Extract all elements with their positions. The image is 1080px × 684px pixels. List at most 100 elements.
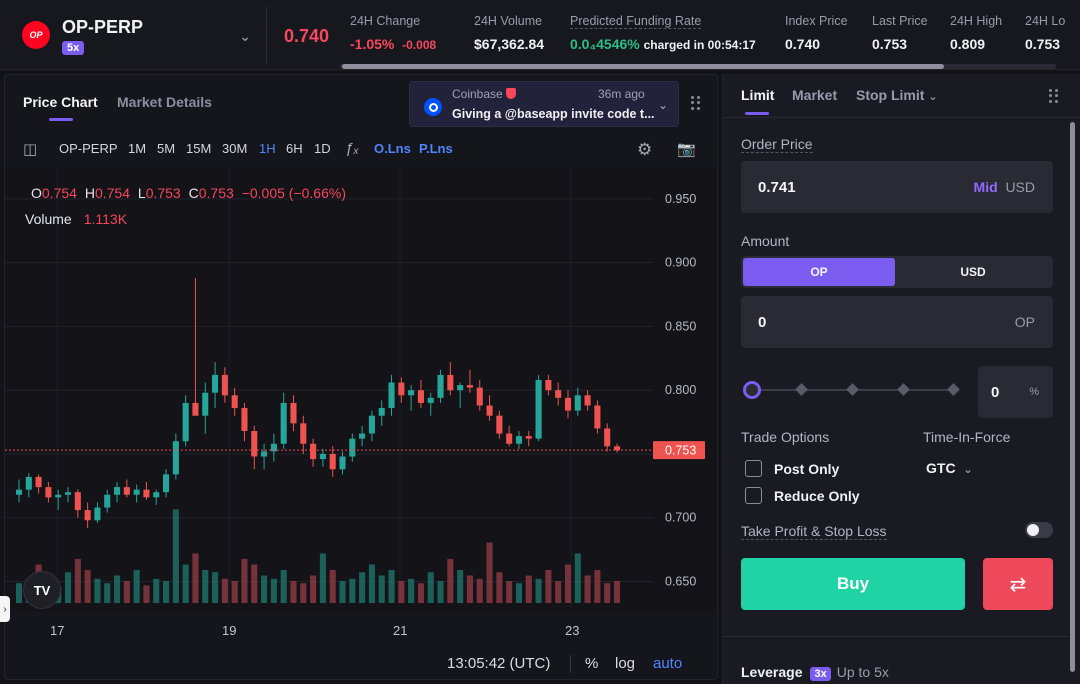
tradingview-logo[interactable]: TV: [23, 571, 61, 609]
candle-body[interactable]: [153, 492, 160, 498]
candle-body[interactable]: [604, 428, 611, 447]
tab-market-details[interactable]: Market Details: [117, 94, 212, 110]
candle-body[interactable]: [84, 510, 91, 521]
reduce-only-checkbox[interactable]: [745, 487, 762, 504]
candle-body[interactable]: [231, 395, 238, 409]
post-only-checkbox[interactable]: [745, 460, 762, 477]
slider-knob[interactable]: [743, 381, 761, 399]
candle-body[interactable]: [555, 390, 562, 398]
candle-body[interactable]: [55, 494, 62, 498]
slider-mark-75[interactable]: [897, 383, 910, 396]
news-notification[interactable]: Coinbase 36m ago Giving a @baseapp invit…: [409, 81, 679, 127]
candle-body[interactable]: [545, 379, 552, 391]
candle-body[interactable]: [74, 492, 81, 511]
order-lines-toggle[interactable]: O.Lns: [374, 141, 411, 156]
candle-body[interactable]: [221, 374, 228, 396]
post-only-label[interactable]: Post Only: [774, 461, 839, 477]
percent-scale-toggle[interactable]: %: [585, 655, 598, 672]
chart-symbol[interactable]: OP-PERP: [59, 141, 118, 156]
order-price-input[interactable]: 0.741 Mid USD: [741, 161, 1053, 213]
candle-body[interactable]: [280, 402, 287, 444]
percent-input[interactable]: 0 %: [978, 366, 1053, 418]
candle-body[interactable]: [408, 390, 415, 396]
candle-body[interactable]: [378, 408, 385, 416]
candle-body[interactable]: [398, 382, 405, 396]
mid-price-button[interactable]: Mid: [974, 179, 998, 195]
interval-5m[interactable]: 5M: [157, 141, 175, 156]
candle-body[interactable]: [574, 395, 581, 411]
market-selector[interactable]: OP OP-PERP 5x ⌄: [10, 6, 265, 64]
interval-1d[interactable]: 1D: [314, 141, 331, 156]
candle-body[interactable]: [172, 441, 179, 475]
indicators-icon[interactable]: ƒₓ: [345, 140, 359, 157]
candle-body[interactable]: [15, 489, 23, 495]
leverage-badge[interactable]: 3x: [810, 667, 831, 681]
tab-price-chart[interactable]: Price Chart: [23, 94, 98, 110]
candle-body[interactable]: [466, 385, 473, 388]
slider-mark-50[interactable]: [846, 383, 859, 396]
candle-body[interactable]: [94, 507, 101, 521]
candle-body[interactable]: [613, 446, 621, 451]
order-form-scrollbar[interactable]: [1070, 120, 1076, 680]
tab-stop-limit[interactable]: Stop Limit ⌄: [856, 87, 938, 103]
candle-body[interactable]: [388, 382, 395, 409]
candle-body[interactable]: [241, 408, 248, 431]
candle-body[interactable]: [261, 451, 268, 457]
gear-icon[interactable]: ⚙: [637, 140, 652, 160]
drag-handle-icon[interactable]: [691, 96, 701, 110]
candle-body[interactable]: [290, 402, 297, 424]
candlestick-chart[interactable]: 0.9500.9000.8500.8000.7500.7000.6500.753…: [5, 167, 718, 679]
candle-body[interactable]: [64, 492, 72, 495]
candle-body[interactable]: [476, 387, 483, 406]
candle-body[interactable]: [104, 494, 111, 508]
amount-input[interactable]: 0 OP: [741, 296, 1053, 348]
header-scrollbar[interactable]: [340, 64, 1056, 69]
candle-body[interactable]: [113, 487, 121, 495]
tpsl-toggle[interactable]: [1025, 522, 1053, 538]
candle-body[interactable]: [182, 402, 189, 442]
candle-body[interactable]: [457, 385, 464, 391]
candle-body[interactable]: [202, 392, 209, 416]
chevron-down-icon[interactable]: ⌄: [658, 98, 668, 112]
candle-body[interactable]: [515, 436, 523, 444]
interval-6h[interactable]: 6H: [286, 141, 303, 156]
drag-handle-icon[interactable]: [1049, 89, 1059, 103]
candle-body[interactable]: [329, 453, 336, 470]
candles-icon[interactable]: ◫: [23, 140, 37, 158]
candle-body[interactable]: [45, 487, 52, 498]
candle-body[interactable]: [368, 415, 375, 434]
price-chart[interactable]: 0.9500.9000.8500.8000.7500.7000.6500.753…: [5, 167, 718, 679]
tab-market[interactable]: Market: [792, 87, 837, 103]
candle-body[interactable]: [427, 397, 434, 403]
candle-body[interactable]: [447, 374, 454, 391]
interval-1h[interactable]: 1H: [259, 141, 276, 156]
time-in-force-select[interactable]: GTC ⌄: [926, 460, 973, 476]
candle-body[interactable]: [594, 405, 601, 429]
interval-15m[interactable]: 15M: [186, 141, 211, 156]
slider-mark-25[interactable]: [795, 383, 808, 396]
reduce-only-label[interactable]: Reduce Only: [774, 488, 860, 504]
candle-body[interactable]: [359, 433, 366, 439]
chevron-right-icon[interactable]: ›: [0, 596, 10, 622]
amount-slider[interactable]: [743, 380, 960, 400]
candle-body[interactable]: [300, 423, 307, 444]
candle-body[interactable]: [251, 431, 258, 457]
log-scale-toggle[interactable]: log: [615, 655, 635, 672]
candle-body[interactable]: [417, 390, 424, 403]
swap-side-button[interactable]: ⇄: [983, 558, 1053, 610]
candle-body[interactable]: [437, 374, 444, 398]
scrollbar-thumb[interactable]: [342, 64, 944, 69]
candle-body[interactable]: [212, 374, 219, 393]
candle-body[interactable]: [143, 489, 150, 498]
slider-mark-100[interactable]: [947, 383, 960, 396]
position-lines-toggle[interactable]: P.Lns: [419, 141, 453, 156]
candle-body[interactable]: [339, 456, 346, 470]
candle-body[interactable]: [564, 397, 572, 411]
interval-1m[interactable]: 1M: [128, 141, 146, 156]
buy-button[interactable]: Buy: [741, 558, 965, 610]
candle-body[interactable]: [525, 436, 532, 439]
candle-body[interactable]: [25, 476, 32, 490]
candle-body[interactable]: [123, 487, 130, 495]
interval-30m[interactable]: 30M: [222, 141, 247, 156]
candle-body[interactable]: [535, 379, 542, 439]
